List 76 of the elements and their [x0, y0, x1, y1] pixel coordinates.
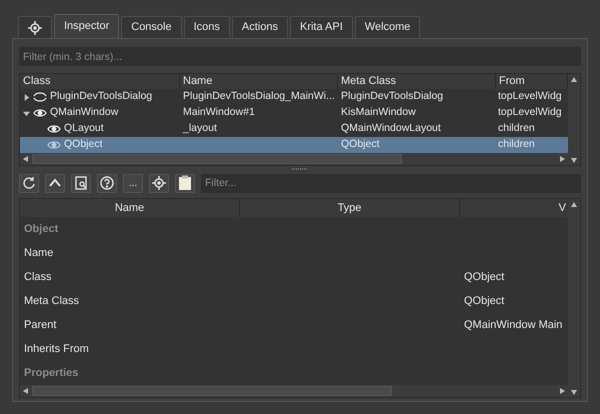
tab[interactable]: Welcome — [354, 16, 420, 38]
property-value: QObject — [464, 294, 504, 307]
table-cell: _layout — [183, 122, 217, 134]
crosshair-icon — [28, 20, 42, 34]
tool-button[interactable] — [71, 174, 91, 192]
table-cell: children — [498, 122, 535, 134]
tool-button[interactable] — [45, 174, 65, 192]
caret-icon[interactable] — [23, 94, 30, 100]
table-cell: PluginDevToolsDialog — [341, 90, 444, 102]
tab[interactable]: Icons — [184, 16, 230, 38]
column-header[interactable]: Name — [180, 74, 338, 89]
property-name: Name — [24, 246, 54, 261]
caret-icon[interactable] — [23, 110, 30, 116]
down-arrow-icon[interactable] — [570, 156, 578, 164]
table-cell-text: QObject — [64, 137, 103, 152]
tool-button[interactable] — [19, 174, 39, 192]
crosshair-icon — [152, 176, 166, 190]
property-name: Parent — [24, 318, 56, 333]
tool-button[interactable] — [149, 174, 169, 192]
vertical-scrollbar[interactable] — [568, 74, 580, 165]
column-header[interactable]: Meta Class — [338, 74, 496, 89]
eye-icon — [33, 108, 47, 118]
table-cell: MainWindow#1 — [183, 106, 255, 118]
closed-eye-icon — [33, 92, 47, 102]
right-arrow-icon[interactable] — [559, 155, 567, 163]
splitter-handle-icon[interactable] — [292, 168, 308, 170]
eye-icon — [47, 140, 61, 150]
more-button[interactable]: ... — [123, 174, 143, 192]
column-header[interactable]: V — [558, 199, 566, 217]
tree-row[interactable]: PluginDevToolsDialog PluginDevToolsDialog_MainWi... PluginDevToolsDialog topLevelWidg — [20, 89, 568, 105]
vertical-scrollbar[interactable] — [568, 199, 580, 397]
table-cell: topLevelWidg — [498, 106, 562, 118]
horizontal-scrollbar[interactable] — [20, 153, 568, 165]
table-cell: children — [498, 138, 535, 150]
left-arrow-icon[interactable] — [21, 387, 29, 395]
table-cell: KisMainWindow — [341, 106, 416, 118]
clipboard-icon — [178, 175, 192, 191]
tree-row[interactable]: QLayout _layout QMainWindowLayout children — [20, 121, 568, 137]
up-arrow-icon[interactable] — [570, 200, 578, 208]
up-arrow-icon[interactable] — [570, 75, 578, 83]
table-cell-text: QMainWindow — [50, 105, 118, 120]
table-cell: QObject — [341, 138, 380, 150]
group-heading: Properties — [24, 366, 78, 381]
column-header[interactable]: Type — [240, 199, 460, 217]
right-arrow-icon[interactable] — [559, 387, 567, 395]
tree-row[interactable]: QMainWindow MainWindow#1 KisMainWindow topLevelWidg — [20, 105, 568, 121]
table-cell: PluginDevToolsDialog_MainWi... — [183, 90, 335, 102]
horizontal-scrollbar[interactable] — [20, 385, 568, 397]
group-heading: Object — [24, 222, 58, 237]
tab[interactable]: Console — [121, 16, 182, 38]
filter-field[interactable]: Filter (min. 3 chars)... — [19, 47, 581, 66]
help-icon — [100, 176, 114, 190]
property-name: Meta Class — [24, 294, 80, 309]
tool-button[interactable] — [175, 174, 195, 192]
tab[interactable]: Actions — [232, 16, 288, 38]
property-name: Class — [24, 270, 52, 285]
table-cell: QMainWindowLayout — [341, 122, 441, 134]
column-header[interactable]: Name — [20, 199, 240, 217]
property-value: QObject — [464, 270, 504, 283]
table-cell: topLevelWidg — [498, 90, 562, 102]
tab[interactable]: Krita API — [290, 16, 353, 38]
property-value: QMainWindow Main — [464, 318, 562, 331]
table-cell-text: PluginDevToolsDialog — [50, 89, 152, 104]
tree-row[interactable]: QObject QObject children — [20, 137, 568, 153]
property-name: Inherits From — [24, 342, 89, 357]
table-cell-text: QLayout — [64, 121, 104, 136]
left-arrow-icon[interactable] — [21, 155, 29, 163]
tab[interactable]: Inspector — [54, 14, 120, 38]
down-arrow-icon[interactable] — [570, 388, 578, 396]
locate-tab[interactable] — [18, 16, 52, 38]
eye-icon — [47, 124, 61, 134]
filter-field[interactable]: Filter... — [201, 174, 581, 192]
page-search-icon — [74, 176, 88, 190]
tool-button[interactable] — [97, 174, 117, 192]
refresh-icon — [22, 176, 36, 190]
column-header[interactable]: Class — [20, 74, 180, 89]
